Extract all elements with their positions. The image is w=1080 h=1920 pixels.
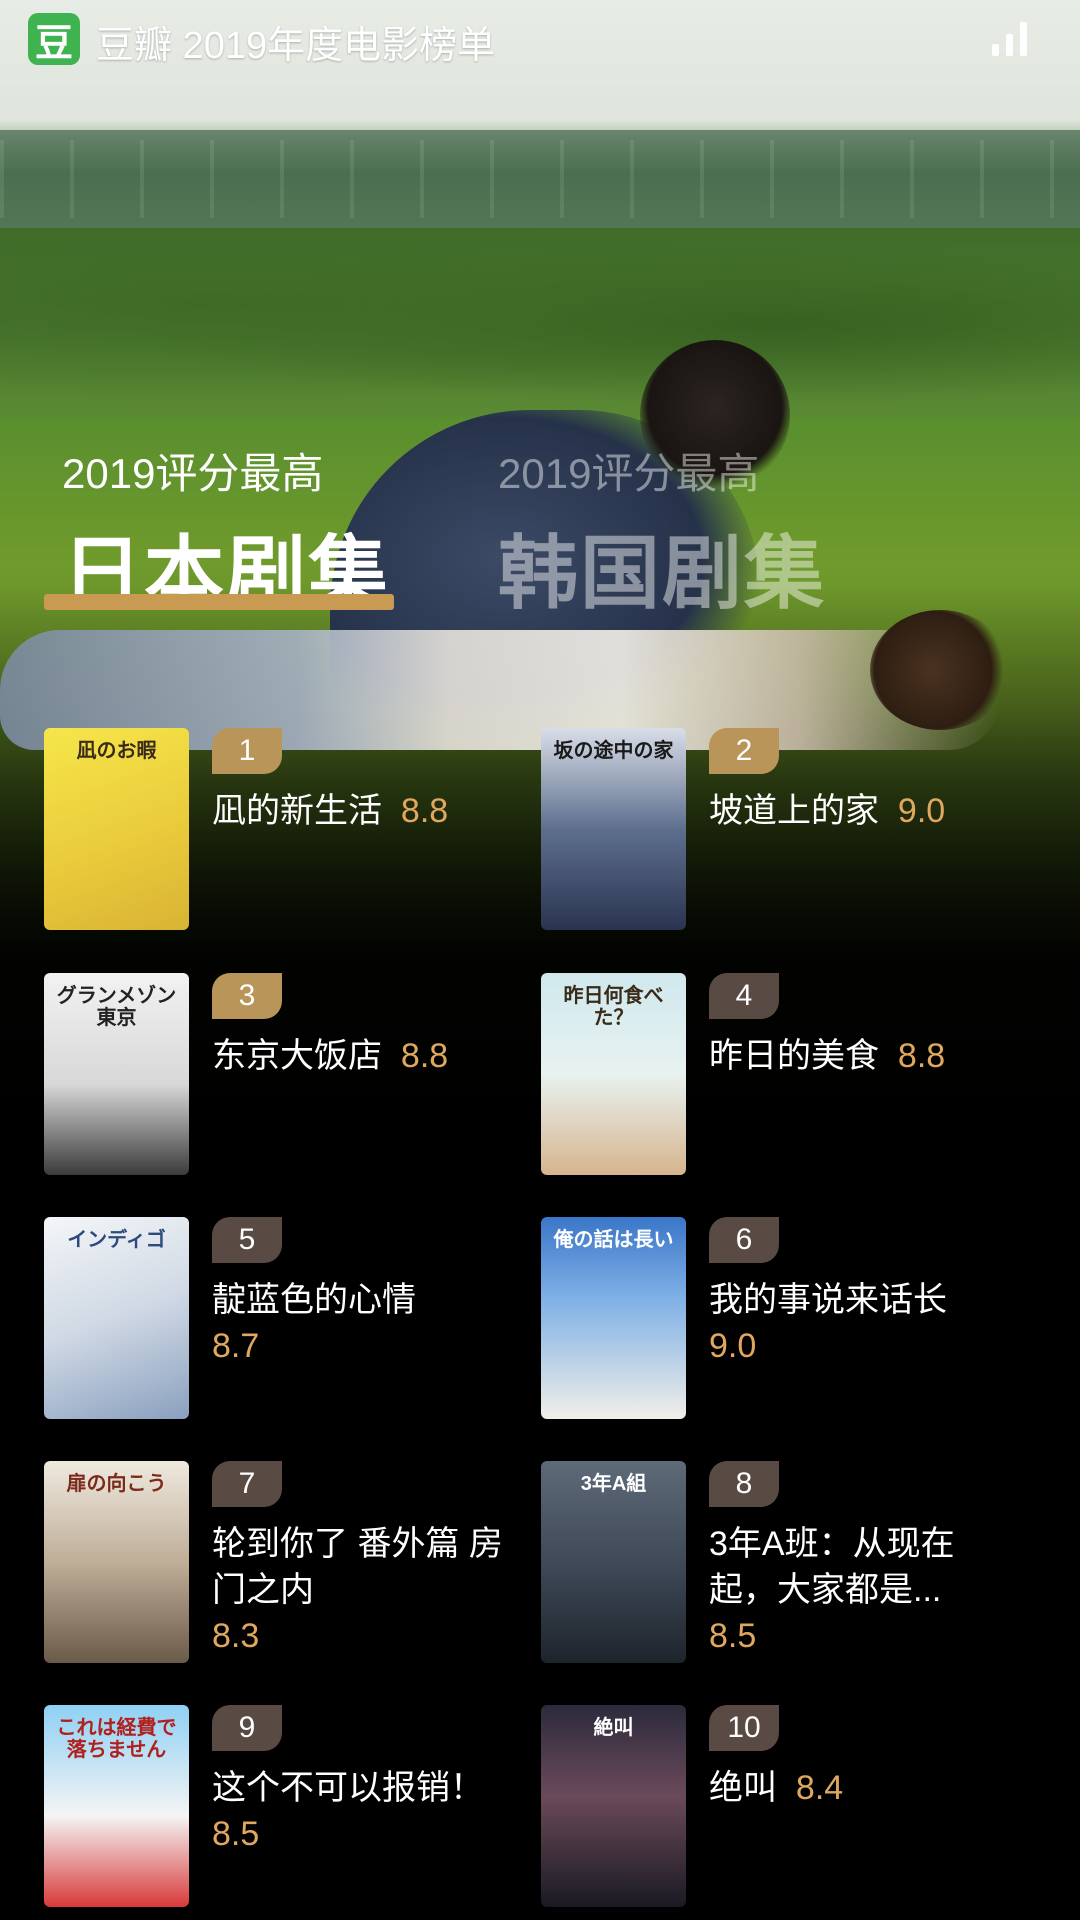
drama-title: 3年A班：从现在起，大家都是... 8.5 — [709, 1525, 955, 1655]
rank-badge: 7 — [212, 1461, 282, 1507]
drama-title: 昨日的美食 8.8 — [709, 1037, 946, 1075]
drama-score: 8.8 — [400, 792, 449, 830]
poster-image: 昨日何食べた？ — [541, 973, 686, 1175]
poster-title: これは経費で落ちません — [56, 1717, 177, 1761]
drama-score: 8.8 — [897, 1037, 946, 1075]
drama-title: 靛蓝色的心情 8.7 — [212, 1281, 416, 1365]
list-item[interactable]: 坂の途中の家 2 坡道上的家 9.0 — [541, 728, 1041, 933]
drama-title: 绝叫 8.4 — [709, 1769, 844, 1807]
drama-score: 8.7 — [212, 1327, 260, 1365]
page-title: 豆瓣 2019年度电影榜单 — [96, 25, 496, 67]
drama-score: 8.8 — [400, 1037, 449, 1075]
list-item[interactable]: インディゴ 5 靛蓝色的心情 8.7 — [44, 1217, 544, 1422]
drama-score: 8.5 — [709, 1617, 757, 1655]
rank-badge: 5 — [212, 1217, 282, 1263]
drama-title: 这个不可以报销！ 8.5 — [212, 1769, 484, 1853]
rank-badge: 1 — [212, 728, 282, 774]
drama-title: 东京大饭店 8.8 — [212, 1037, 449, 1075]
tab-subtitle: 2019评分最高 — [498, 450, 760, 497]
person-head — [870, 610, 1010, 730]
drama-score: 8.5 — [212, 1815, 260, 1853]
list-item[interactable]: 凪のお暇 1 凪的新生活 8.8 — [44, 728, 544, 933]
poster-image: 俺の話は長い — [541, 1217, 686, 1419]
active-tab-indicator — [44, 594, 394, 610]
rank-badge: 10 — [709, 1705, 779, 1751]
poster-title: インディゴ — [67, 1229, 166, 1251]
poster-image: 絶叫 — [541, 1705, 686, 1907]
poster-image: 3年A組 — [541, 1461, 686, 1663]
list-item[interactable]: 扉の向こう 7 轮到你了 番外篇 房门之内 8.3 — [44, 1461, 544, 1666]
status-bar: 豆 豆瓣 2019年度电影榜单 — [0, 0, 1080, 75]
drama-title: 凪的新生活 8.8 — [212, 792, 449, 830]
drama-score: 8.3 — [212, 1617, 260, 1655]
rank-badge: 4 — [709, 973, 779, 1019]
douban-logo-icon: 豆 — [28, 13, 80, 65]
tab-korea-drama[interactable]: 2019评分最高 韩国剧集 — [498, 440, 826, 625]
list-item[interactable]: 俺の話は長い 6 我的事说来话长 9.0 — [541, 1217, 1041, 1422]
poster-title: 絶叫 — [593, 1717, 634, 1739]
poster-title: 坂の途中の家 — [553, 740, 674, 762]
poster-image: 凪のお暇 — [44, 728, 189, 930]
drama-score: 8.4 — [795, 1769, 844, 1807]
drama-title: 轮到你了 番外篇 房门之内 8.3 — [212, 1525, 503, 1655]
poster-image: 扉の向こう — [44, 1461, 189, 1663]
rank-badge: 8 — [709, 1461, 779, 1507]
poster-image: インディゴ — [44, 1217, 189, 1419]
bridge-graphic — [0, 130, 1080, 228]
poster-title: 昨日何食べた？ — [563, 985, 664, 1029]
poster-title: 俺の話は長い — [553, 1229, 674, 1251]
tab-title: 韩国剧集 — [498, 529, 826, 618]
poster-image: グランメゾン東京 — [44, 973, 189, 1175]
poster-image: これは経費で落ちません — [44, 1705, 189, 1907]
list-item[interactable]: これは経費で落ちません 9 这个不可以报销！ 8.5 — [44, 1705, 544, 1910]
rank-badge: 9 — [212, 1705, 282, 1751]
list-item[interactable]: 3年A組 8 3年A班：从现在起，大家都是... 8.5 — [541, 1461, 1041, 1666]
list-item[interactable]: 絶叫 10 绝叫 8.4 — [541, 1705, 1041, 1910]
poster-title: 3年A組 — [580, 1473, 647, 1495]
poster-title: 凪のお暇 — [76, 740, 157, 762]
tab-subtitle: 2019评分最高 — [62, 450, 324, 497]
drama-score: 9.0 — [709, 1327, 757, 1365]
list-item[interactable]: 昨日何食べた？ 4 昨日的美食 8.8 — [541, 973, 1041, 1178]
rank-badge: 3 — [212, 973, 282, 1019]
rank-badge: 2 — [709, 728, 779, 774]
drama-title: 坡道上的家 9.0 — [709, 792, 946, 830]
poster-title: 扉の向こう — [66, 1473, 167, 1495]
signal-icon — [992, 22, 1034, 56]
poster-image: 坂の途中の家 — [541, 728, 686, 930]
rank-badge: 6 — [709, 1217, 779, 1263]
list-item[interactable]: グランメゾン東京 3 东京大饭店 8.8 — [44, 973, 544, 1178]
drama-title: 我的事说来话长 9.0 — [709, 1281, 947, 1365]
drama-score: 9.0 — [897, 792, 946, 830]
poster-title: グランメゾン東京 — [56, 985, 177, 1029]
